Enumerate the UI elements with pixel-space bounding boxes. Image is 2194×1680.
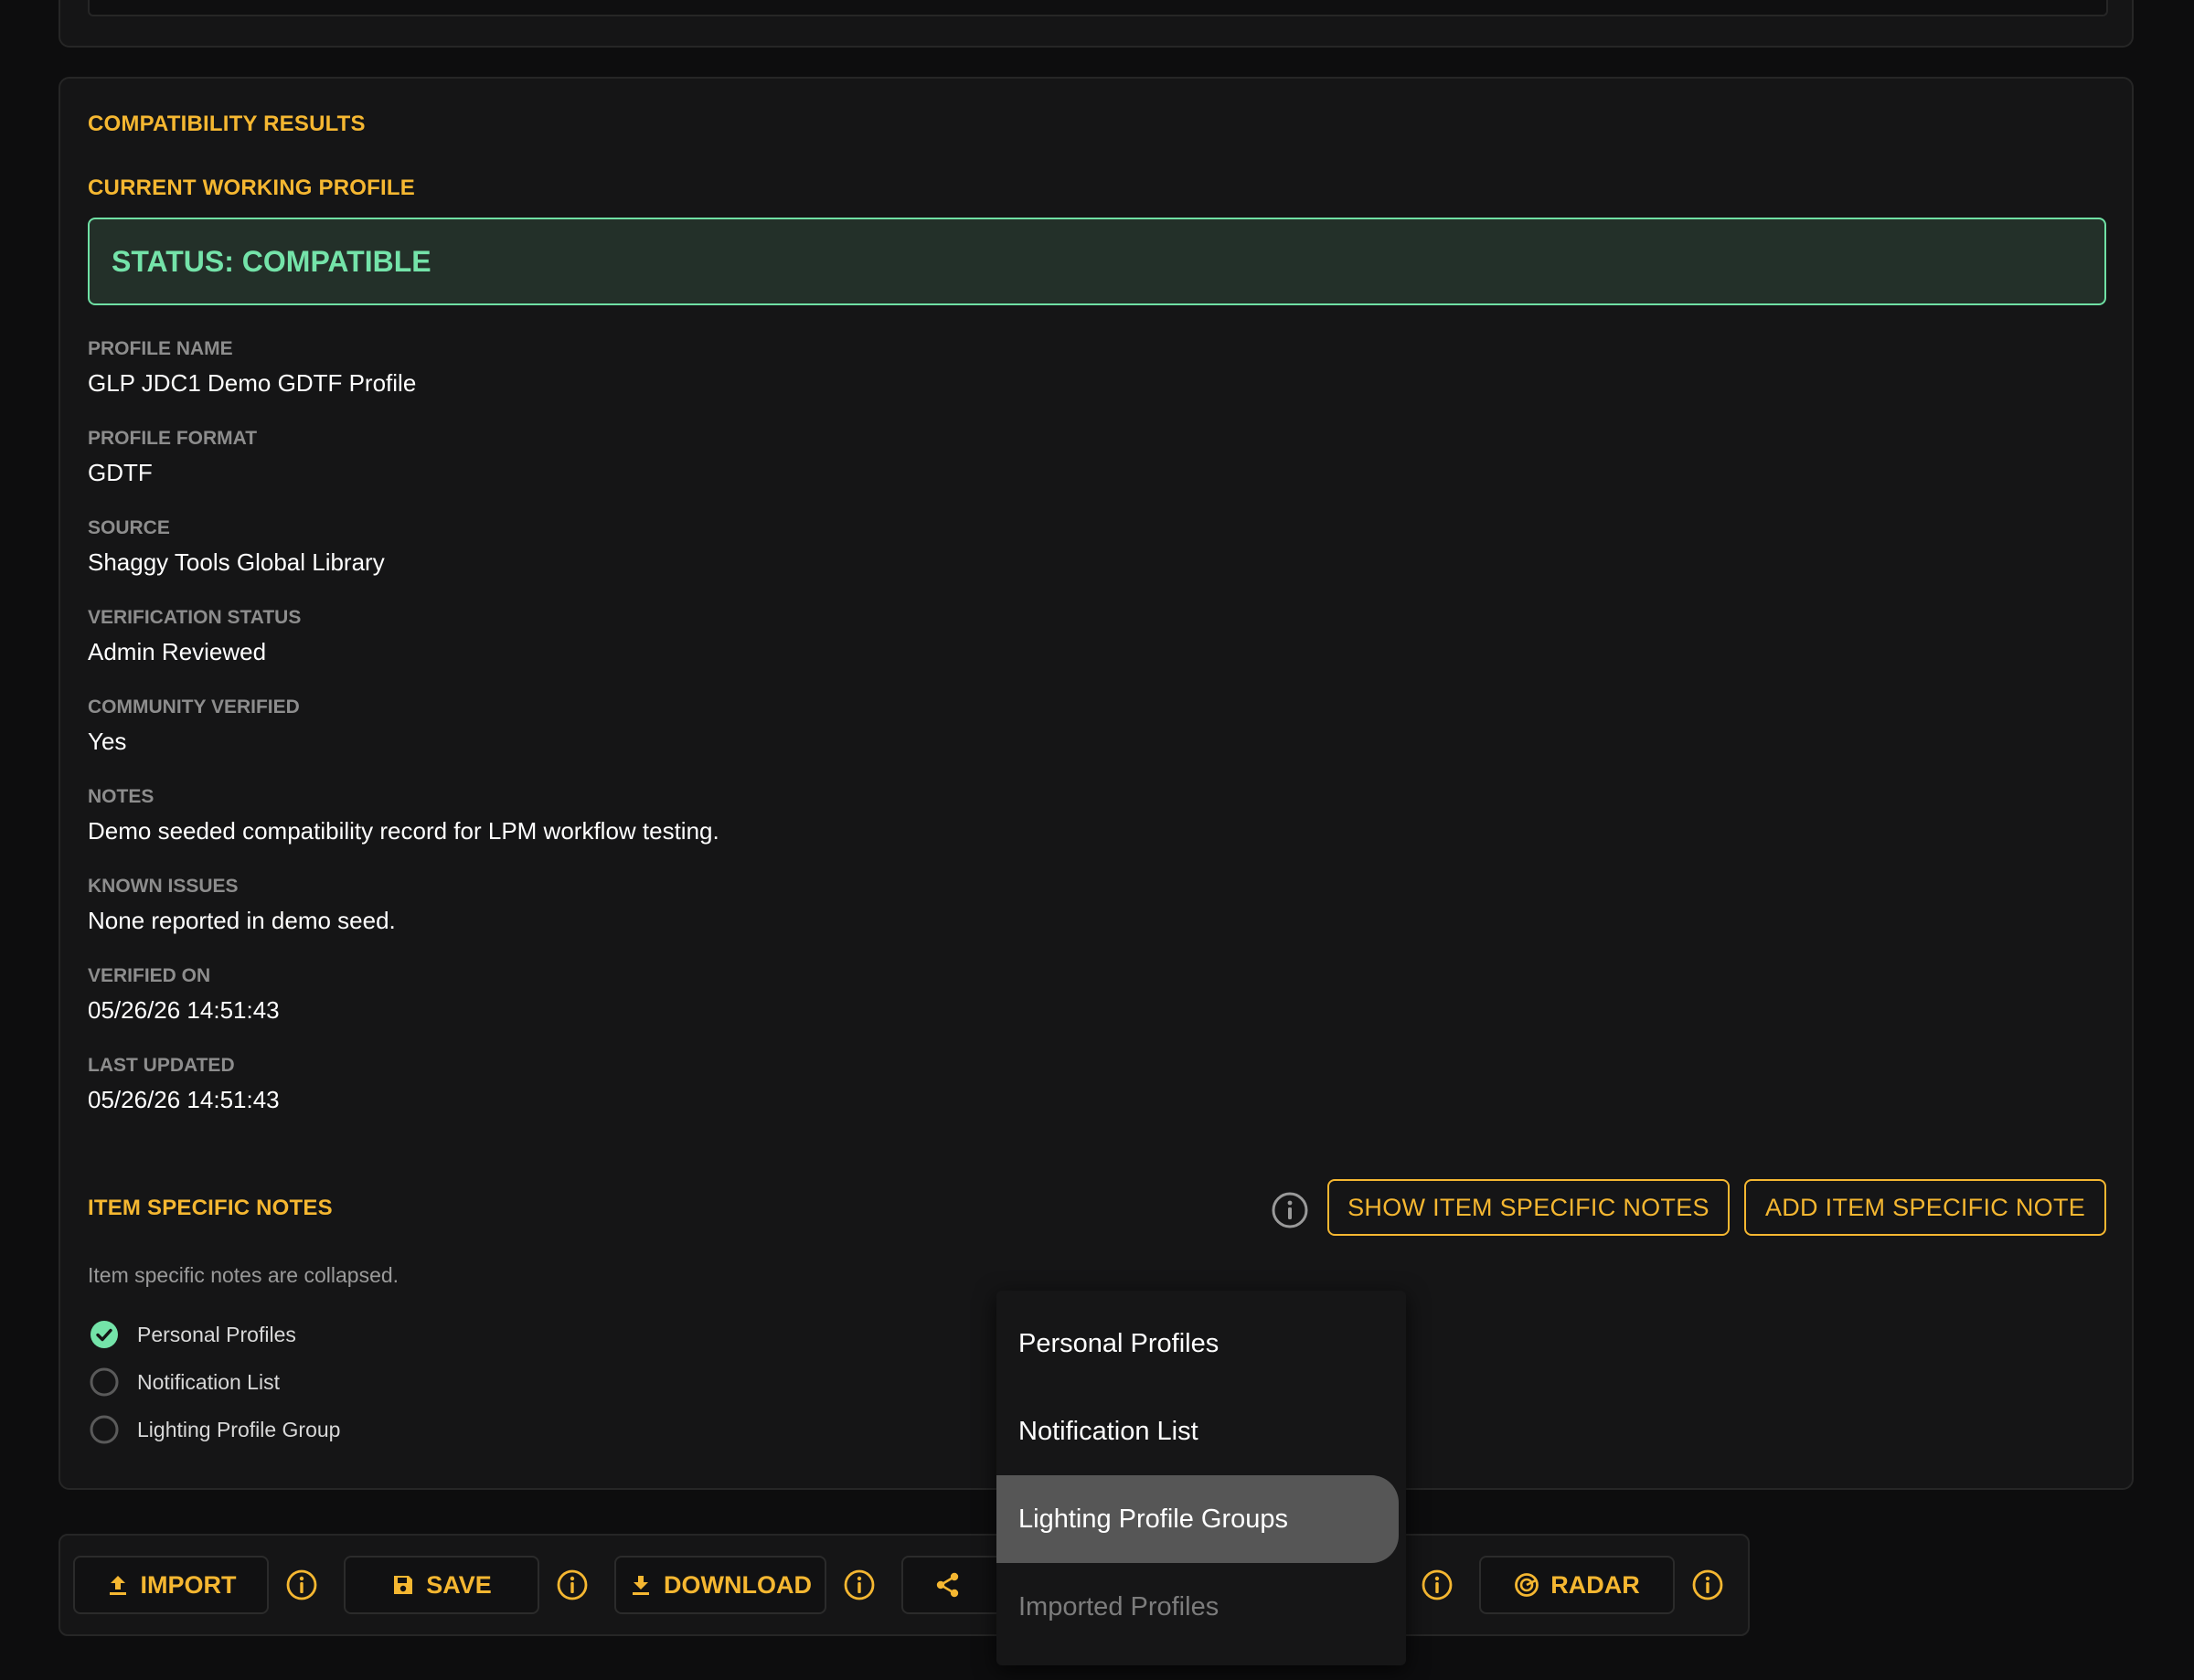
menu-item-personal-profiles[interactable]: Personal Profiles — [996, 1300, 1406, 1388]
field-value: Admin Reviewed — [88, 638, 267, 665]
notes-collapsed-text: Item specific notes are collapsed. — [88, 1263, 399, 1287]
field-value: Shaggy Tools Global Library — [88, 548, 385, 576]
field-value: GDTF — [88, 459, 153, 486]
save-button[interactable]: SAVE — [344, 1556, 539, 1614]
section-title: COMPATIBILITY RESULTS — [88, 112, 366, 136]
field-last-updated: LAST UPDATED 05/26/26 14:51:43 — [88, 1055, 280, 1114]
target-option-notification-list[interactable]: Notification List — [90, 1367, 280, 1397]
import-label: IMPORT — [140, 1570, 237, 1599]
radar-icon — [1515, 1573, 1539, 1597]
field-profile-name: PROFILE NAME GLP JDC1 Demo GDTF Profile — [88, 338, 416, 398]
field-verified-on: VERIFIED ON 05/26/26 14:51:43 — [88, 965, 280, 1025]
menu-item-imported-profiles: Imported Profiles — [1018, 1591, 1219, 1622]
empty-circle-icon — [90, 1367, 119, 1397]
status-text: STATUS: COMPATIBLE — [112, 244, 431, 278]
field-label: PROFILE NAME — [88, 338, 233, 359]
download-label: DOWNLOAD — [664, 1570, 812, 1599]
field-label: COMMUNITY VERIFIED — [88, 696, 300, 718]
previous-card-inner — [88, 0, 2108, 16]
field-value: Yes — [88, 728, 127, 755]
target-option-personal-profiles[interactable]: Personal Profiles — [90, 1320, 296, 1349]
info-icon[interactable] — [556, 1568, 589, 1601]
field-profile-format: PROFILE FORMAT GDTF — [88, 428, 257, 487]
field-community-verified: COMMUNITY VERIFIED Yes — [88, 696, 300, 756]
show-item-notes-button[interactable]: SHOW ITEM SPECIFIC NOTES — [1327, 1179, 1730, 1236]
info-icon[interactable] — [285, 1568, 318, 1601]
checked-circle-icon — [91, 1321, 118, 1348]
field-value: 05/26/26 14:51:43 — [88, 1086, 280, 1113]
field-label: KNOWN ISSUES — [88, 876, 239, 897]
field-label: LAST UPDATED — [88, 1055, 235, 1076]
field-verification-status: VERIFICATION STATUS Admin Reviewed — [88, 607, 301, 666]
add-item-note-button[interactable]: ADD ITEM SPECIFIC NOTE — [1744, 1179, 2106, 1236]
menu-item-notification-list[interactable]: Notification List — [996, 1388, 1406, 1475]
option-label: Personal Profiles — [137, 1322, 296, 1346]
field-label: VERIFIED ON — [88, 965, 211, 986]
option-label: Lighting Profile Group — [137, 1417, 341, 1441]
save-label: SAVE — [426, 1570, 492, 1599]
compatibility-results-card: COMPATIBILITY RESULTS CURRENT WORKING PR… — [59, 77, 2134, 1490]
share-target-menu: Personal Profiles Notification List Ligh… — [996, 1291, 1406, 1665]
info-icon[interactable] — [1421, 1568, 1454, 1601]
menu-item-lighting-profile-groups[interactable]: Lighting Profile Groups — [996, 1475, 1399, 1563]
item-notes-heading: ITEM SPECIFIC NOTES — [88, 1196, 333, 1220]
download-button[interactable]: DOWNLOAD — [614, 1556, 826, 1614]
field-value: 05/26/26 14:51:43 — [88, 996, 280, 1024]
field-label: VERIFICATION STATUS — [88, 607, 302, 628]
info-icon[interactable] — [843, 1568, 876, 1601]
field-label: PROFILE FORMAT — [88, 428, 258, 449]
target-option-lighting-profile-group[interactable]: Lighting Profile Group — [90, 1415, 340, 1444]
field-label: NOTES — [88, 786, 154, 807]
upload-icon — [109, 1576, 126, 1595]
field-source: SOURCE Shaggy Tools Global Library — [88, 517, 385, 577]
download-icon — [633, 1576, 649, 1595]
field-known-issues: KNOWN ISSUES None reported in demo seed. — [88, 876, 396, 935]
floppy-disk-icon — [394, 1576, 413, 1594]
empty-circle-icon — [90, 1415, 119, 1444]
field-notes: NOTES Demo seeded compatibility record f… — [88, 786, 719, 845]
import-button[interactable]: IMPORT — [73, 1556, 269, 1614]
radar-label: RADAR — [1550, 1570, 1640, 1599]
field-value: GLP JDC1 Demo GDTF Profile — [88, 369, 417, 397]
info-icon[interactable] — [1271, 1191, 1309, 1229]
field-value: Demo seeded compatibility record for LPM… — [88, 817, 719, 845]
field-label: SOURCE — [88, 517, 170, 538]
share-button[interactable] — [901, 1556, 1011, 1614]
info-icon[interactable] — [1691, 1568, 1724, 1601]
field-value: None reported in demo seed. — [88, 907, 396, 934]
option-label: Notification List — [137, 1369, 280, 1394]
previous-card — [59, 0, 2134, 48]
share-icon — [936, 1572, 959, 1598]
radar-button[interactable]: RADAR — [1479, 1556, 1675, 1614]
status-banner: STATUS: COMPATIBLE — [88, 218, 2106, 305]
current-profile-heading: CURRENT WORKING PROFILE — [88, 175, 415, 200]
